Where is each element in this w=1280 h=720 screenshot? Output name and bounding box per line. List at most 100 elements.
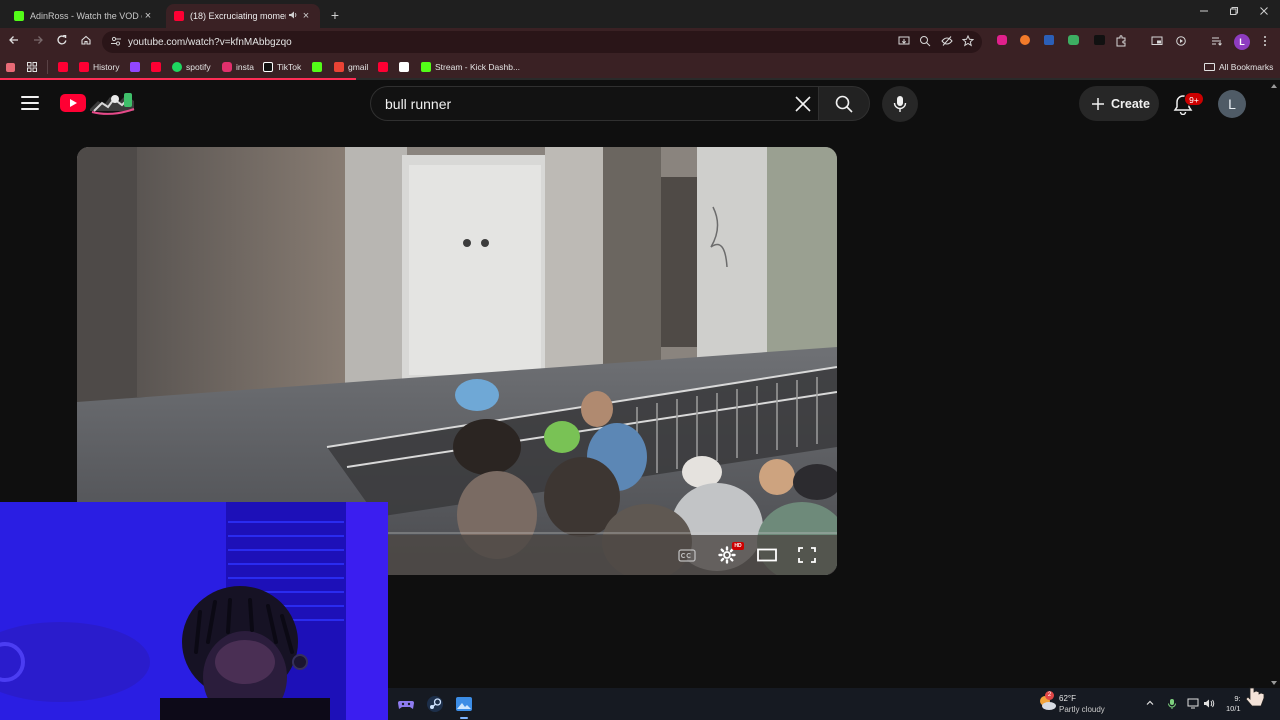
instagram-icon [222, 62, 232, 72]
captions-icon[interactable] [676, 545, 698, 565]
eye-off-icon[interactable] [940, 35, 954, 49]
bookmark-history[interactable]: History [79, 61, 119, 73]
create-button[interactable]: Create [1079, 86, 1159, 121]
bookmark-kick[interactable] [312, 61, 326, 73]
browser-toolbar: youtube.com/watch?v=kfnMAbbgzqo [0, 28, 1280, 56]
microphone-tray-icon[interactable] [1165, 698, 1179, 712]
close-tab-icon[interactable]: × [142, 10, 154, 22]
home-icon[interactable] [77, 33, 95, 51]
speaker-icon[interactable] [286, 10, 300, 22]
close-tab-icon[interactable]: × [300, 10, 312, 22]
bookmark-label: gmail [348, 62, 369, 72]
bookmark-label: TikTok [277, 62, 302, 72]
scroll-down-arrow-icon[interactable] [1270, 679, 1278, 687]
media-control-icon[interactable] [1174, 35, 1188, 49]
search-icon [835, 95, 853, 113]
address-bar[interactable]: youtube.com/watch?v=kfnMAbbgzqo [102, 31, 982, 53]
weather-alert-badge: 2 [1045, 691, 1054, 700]
clear-search-icon[interactable] [790, 93, 816, 115]
forward-icon[interactable] [29, 33, 47, 51]
bookmark-kick-dashboard[interactable]: Stream - Kick Dashb... [421, 61, 520, 73]
tab-title: (18) Excruciating moment a [190, 11, 286, 21]
all-bookmarks-folder[interactable]: All Bookmarks [1204, 61, 1273, 73]
tab-title: AdinRoss - Watch the VOD on [30, 11, 142, 21]
search-button[interactable] [818, 86, 870, 121]
steam-app-icon[interactable] [426, 695, 444, 713]
extension-shield-icon[interactable] [995, 35, 1009, 49]
tab-youtube-video[interactable]: (18) Excruciating moment a × [166, 4, 320, 28]
network-tray-icon[interactable] [1186, 698, 1200, 712]
apps-grid-icon[interactable] [27, 61, 37, 73]
youtube-icon [58, 62, 68, 72]
bookmarks-divider [47, 60, 48, 74]
reload-icon[interactable] [53, 33, 71, 51]
search-input[interactable]: bull runner [370, 86, 818, 121]
photos-app-icon[interactable] [455, 695, 473, 713]
scroll-up-arrow-icon[interactable] [1270, 82, 1278, 90]
all-bookmarks-label: All Bookmarks [1219, 62, 1274, 72]
clock-time: 9: [1234, 694, 1241, 703]
cast-icon[interactable] [1150, 35, 1164, 49]
youtube-favicon-icon [174, 11, 184, 21]
bookmark-label: insta [236, 62, 254, 72]
webcam-overlay [0, 502, 388, 720]
bookmark-tiktok[interactable]: TikTok [263, 61, 301, 73]
plus-icon [1091, 94, 1105, 114]
extension-orange-icon[interactable] [1018, 35, 1032, 49]
twitch-icon [130, 62, 140, 72]
tiktok-icon [263, 62, 273, 72]
theater-mode-icon[interactable] [756, 545, 778, 565]
youtube-icon [79, 62, 89, 72]
volume-tray-icon[interactable] [1202, 698, 1216, 712]
zoom-icon[interactable] [918, 35, 932, 49]
kick-favicon-icon [14, 11, 24, 21]
bookmark-spotify[interactable]: spotify [172, 61, 211, 73]
spotify-icon [172, 62, 182, 72]
minimize-icon[interactable] [1189, 6, 1219, 19]
fullscreen-icon[interactable] [796, 545, 818, 565]
voice-search-button[interactable] [882, 86, 918, 122]
back-icon[interactable] [5, 33, 23, 51]
extensions-puzzle-icon[interactable] [1114, 35, 1128, 49]
taskbar-clock[interactable]: 9: 10/1 [1226, 694, 1241, 714]
hd-quality-badge: HD [732, 542, 744, 550]
clock-date: 10/1 [1226, 704, 1241, 713]
search-query-text: bull runner [385, 95, 452, 112]
bookmark-twitch[interactable] [130, 61, 144, 73]
kick-icon [421, 62, 431, 72]
restore-icon[interactable] [1219, 6, 1249, 19]
account-avatar[interactable]: L [1218, 90, 1246, 118]
extension-blue-icon[interactable] [1042, 35, 1056, 49]
bookmark-gmail[interactable]: gmail [334, 61, 368, 73]
site-info-icon[interactable] [110, 35, 122, 49]
bookmark-insta[interactable]: insta [222, 61, 254, 73]
bookmark-youtube[interactable] [58, 61, 72, 73]
bookmark-grid-icon[interactable] [6, 61, 19, 73]
reading-list-icon[interactable] [1210, 35, 1224, 49]
active-app-indicator [460, 717, 468, 719]
tray-overflow-chevron-icon[interactable] [1143, 698, 1157, 712]
guide-menu-icon[interactable] [20, 93, 40, 113]
extension-green-icon[interactable] [1066, 35, 1080, 49]
folder-icon [1204, 63, 1215, 71]
youtube-logo-icon[interactable] [60, 94, 86, 112]
weather-temperature: 62°F [1059, 694, 1076, 703]
bookmarks-bar: History spotify insta TikTok gmail Strea… [0, 56, 1280, 78]
tab-kick-vod[interactable]: AdinRoss - Watch the VOD on × [6, 4, 162, 28]
bookmark-label: History [93, 62, 120, 72]
bookmark-youtube-3[interactable] [378, 61, 392, 73]
microphone-icon [893, 96, 907, 112]
install-app-icon[interactable] [897, 35, 911, 49]
close-window-icon[interactable] [1249, 6, 1279, 19]
browser-menu-icon[interactable] [1258, 35, 1272, 49]
webcam-feed [0, 502, 388, 720]
bookmark-star-icon[interactable] [961, 34, 975, 49]
gamepad-app-icon[interactable] [397, 695, 415, 713]
new-tab-button[interactable]: + [326, 6, 344, 24]
extension-ext-icon[interactable] [1092, 35, 1106, 49]
bookmark-x[interactable] [399, 61, 413, 73]
create-label: Create [1111, 96, 1150, 111]
bookmark-youtube-2[interactable] [151, 61, 165, 73]
browser-profile-avatar[interactable]: L [1234, 34, 1250, 50]
youtube-doodle-icon[interactable] [88, 91, 136, 115]
